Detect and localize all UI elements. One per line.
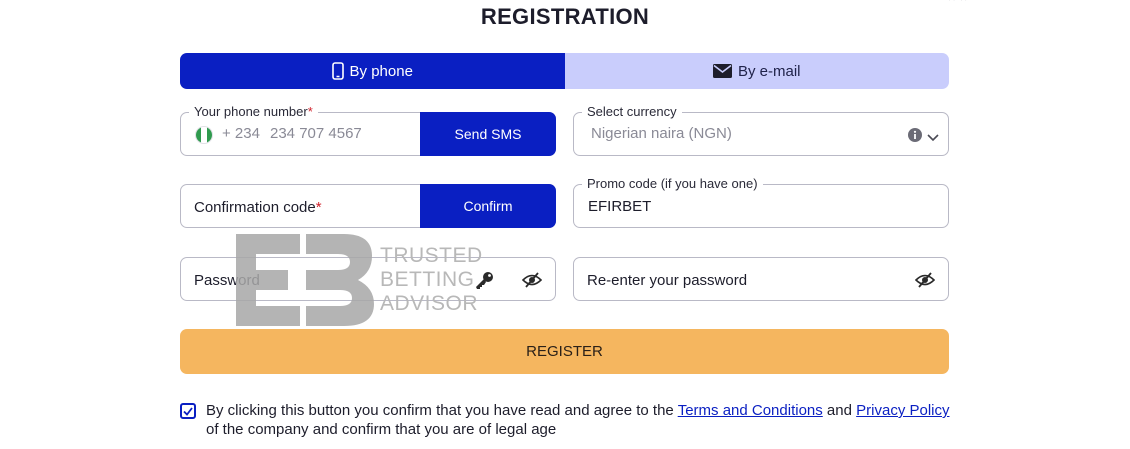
password-label: Password xyxy=(194,272,260,289)
confirm-button[interactable]: Confirm xyxy=(420,184,556,228)
eye-slash-icon[interactable] xyxy=(521,272,543,293)
eye-slash-icon[interactable] xyxy=(914,272,936,293)
country-code: + 234 xyxy=(222,125,260,142)
tab-by-email[interactable]: By e-mail xyxy=(564,53,949,89)
currency-value: Nigerian naira (NGN) xyxy=(591,125,732,142)
terms-link[interactable]: Terms and Conditions xyxy=(678,402,823,419)
consent-row: By clicking this button you confirm that… xyxy=(180,401,955,439)
promo-code-label: Promo code (if you have one) xyxy=(582,175,763,193)
chevron-down-icon[interactable] xyxy=(927,129,939,147)
reenter-password-field[interactable]: Re-enter your password xyxy=(573,257,949,301)
consent-checkbox[interactable] xyxy=(180,403,196,419)
phone-number-field[interactable]: Your phone number* + 234 234 707 4567 Se… xyxy=(180,103,556,156)
promo-code-field[interactable]: Promo code (if you have one) EFIRBET xyxy=(573,175,949,228)
password-field[interactable]: Password xyxy=(180,257,556,301)
phone-number-input[interactable]: 234 707 4567 xyxy=(270,125,362,142)
smartphone-icon xyxy=(331,62,344,80)
reenter-password-label: Re-enter your password xyxy=(587,272,748,289)
currency-select[interactable]: Select currency Nigerian naira (NGN) xyxy=(573,103,949,156)
info-icon[interactable] xyxy=(908,128,922,147)
register-button[interactable]: REGISTER xyxy=(180,329,949,374)
key-icon xyxy=(474,270,496,295)
consent-text: By clicking this button you confirm that… xyxy=(206,402,950,438)
currency-label: Select currency xyxy=(582,103,682,121)
confirmation-code-field[interactable]: Confirmation code* Confirm xyxy=(180,184,556,228)
phone-number-label: Your phone number* xyxy=(189,103,318,121)
tab-by-phone-label: By phone xyxy=(349,62,413,80)
close-icon[interactable]: ⌃⌃ xyxy=(946,0,969,11)
tab-by-phone[interactable]: By phone xyxy=(180,53,565,89)
registration-method-tabs: By phone By e-mail xyxy=(180,53,949,89)
envelope-icon xyxy=(712,64,732,78)
tab-by-email-label: By e-mail xyxy=(737,62,801,80)
send-sms-button[interactable]: Send SMS xyxy=(420,112,556,156)
nigeria-flag-icon xyxy=(195,126,213,144)
privacy-policy-link[interactable]: Privacy Policy xyxy=(856,402,949,419)
confirmation-code-label: Confirmation code* xyxy=(194,199,322,216)
promo-code-input[interactable]: EFIRBET xyxy=(588,198,651,215)
